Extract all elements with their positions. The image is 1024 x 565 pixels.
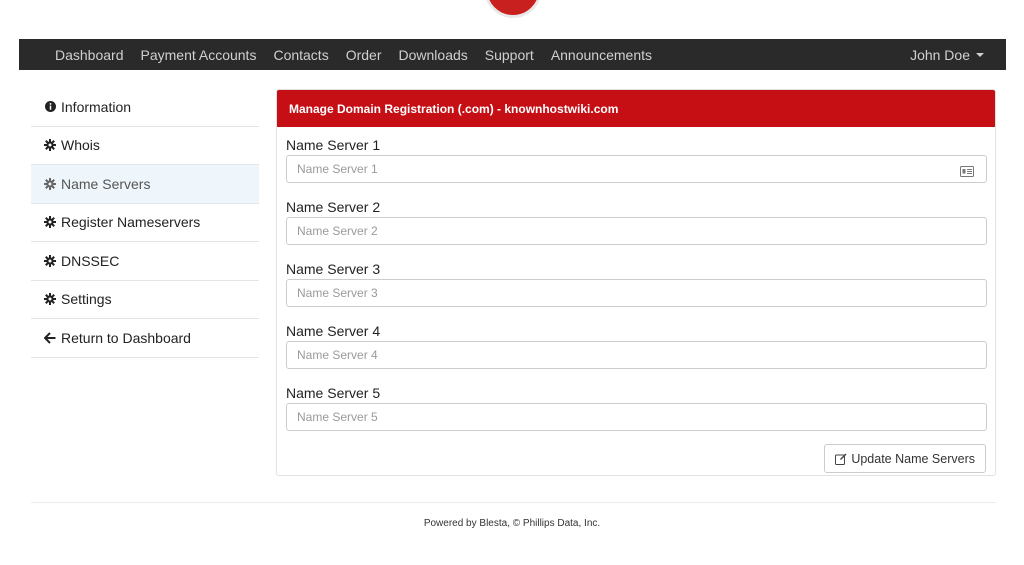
sidebar-item-information[interactable]: Information [31,88,259,127]
footer: Powered by Blesta, © Phillips Data, Inc. [0,518,1024,529]
footer-prefix: Powered by [423,518,480,529]
ns4-input[interactable] [297,348,937,362]
contact-card-icon [960,164,974,182]
sidebar: Information Whois Name Servers Register … [31,88,259,358]
gear-icon [43,215,57,229]
sidebar-item-label: Settings [61,291,112,308]
sidebar-item-name-servers[interactable]: Name Servers [31,165,259,204]
ns3-label: Name Server 3 [286,261,381,277]
nav-item-support[interactable]: Support [485,47,534,63]
ns5-field-wrapper [286,403,987,431]
nav-item-announcements[interactable]: Announcements [551,47,652,63]
sidebar-item-whois[interactable]: Whois [31,127,259,165]
sidebar-item-settings[interactable]: Settings [31,281,259,319]
user-name: John Doe [910,46,970,63]
nav-item-contacts[interactable]: Contacts [273,47,328,63]
user-menu[interactable]: John Doe [910,47,984,63]
ns5-input[interactable] [297,410,937,424]
ns3-field-wrapper [286,279,987,307]
nav-item-downloads[interactable]: Downloads [399,47,468,63]
name-servers-form: Name Server 1 Name Server 2 Name Server … [277,127,995,473]
sidebar-item-return-to-dashboard[interactable]: Return to Dashboard [31,319,259,358]
top-navbar: Dashboard Payment Accounts Contacts Orde… [19,39,1006,70]
ns3-input[interactable] [297,286,937,300]
sidebar-item-register-nameservers[interactable]: Register Nameservers [31,204,259,242]
ns1-label: Name Server 1 [286,137,381,153]
ns1-field-wrapper [286,155,987,183]
footer-divider [31,502,996,503]
nav-item-payment-accounts[interactable]: Payment Accounts [141,47,257,63]
nav-item-order[interactable]: Order [346,47,382,63]
ns4-label: Name Server 4 [286,323,381,339]
footer-brand-link[interactable]: Blesta [479,518,507,529]
ns5-label: Name Server 5 [286,385,381,401]
edit-icon [835,453,847,465]
ns4-field-wrapper [286,341,987,369]
nav-item-dashboard[interactable]: Dashboard [55,47,124,63]
gear-icon [43,254,57,268]
update-name-servers-label: Update Name Servers [851,451,975,466]
panel-title: Manage Domain Registration (.com) - know… [277,90,995,127]
gear-icon [43,138,57,152]
ns2-label: Name Server 2 [286,199,381,215]
form-actions: Update Name Servers [286,444,986,473]
sidebar-item-label: Return to Dashboard [61,329,191,346]
name-servers-panel: Manage Domain Registration (.com) - know… [276,89,996,476]
nav-menu: Dashboard Payment Accounts Contacts Orde… [19,47,669,63]
ns1-input[interactable] [297,162,937,176]
caret-down-icon [976,52,984,57]
update-name-servers-button[interactable]: Update Name Servers [824,444,986,473]
arrow-left-icon [43,331,57,345]
ns2-field-wrapper [286,217,987,245]
info-icon [43,100,57,114]
footer-suffix: , © Phillips Data, Inc. [507,518,601,529]
sidebar-item-label: Information [61,98,132,115]
gear-icon [43,292,57,306]
gear-icon [43,177,57,191]
sidebar-item-label: DNSSEC [61,252,120,269]
sidebar-item-label: Name Servers [61,175,151,192]
sidebar-item-dnssec[interactable]: DNSSEC [31,242,259,281]
ns2-input[interactable] [297,224,937,238]
sidebar-item-label: Register Nameservers [61,214,201,231]
brand-logo[interactable] [484,0,542,18]
sidebar-item-label: Whois [61,137,100,154]
